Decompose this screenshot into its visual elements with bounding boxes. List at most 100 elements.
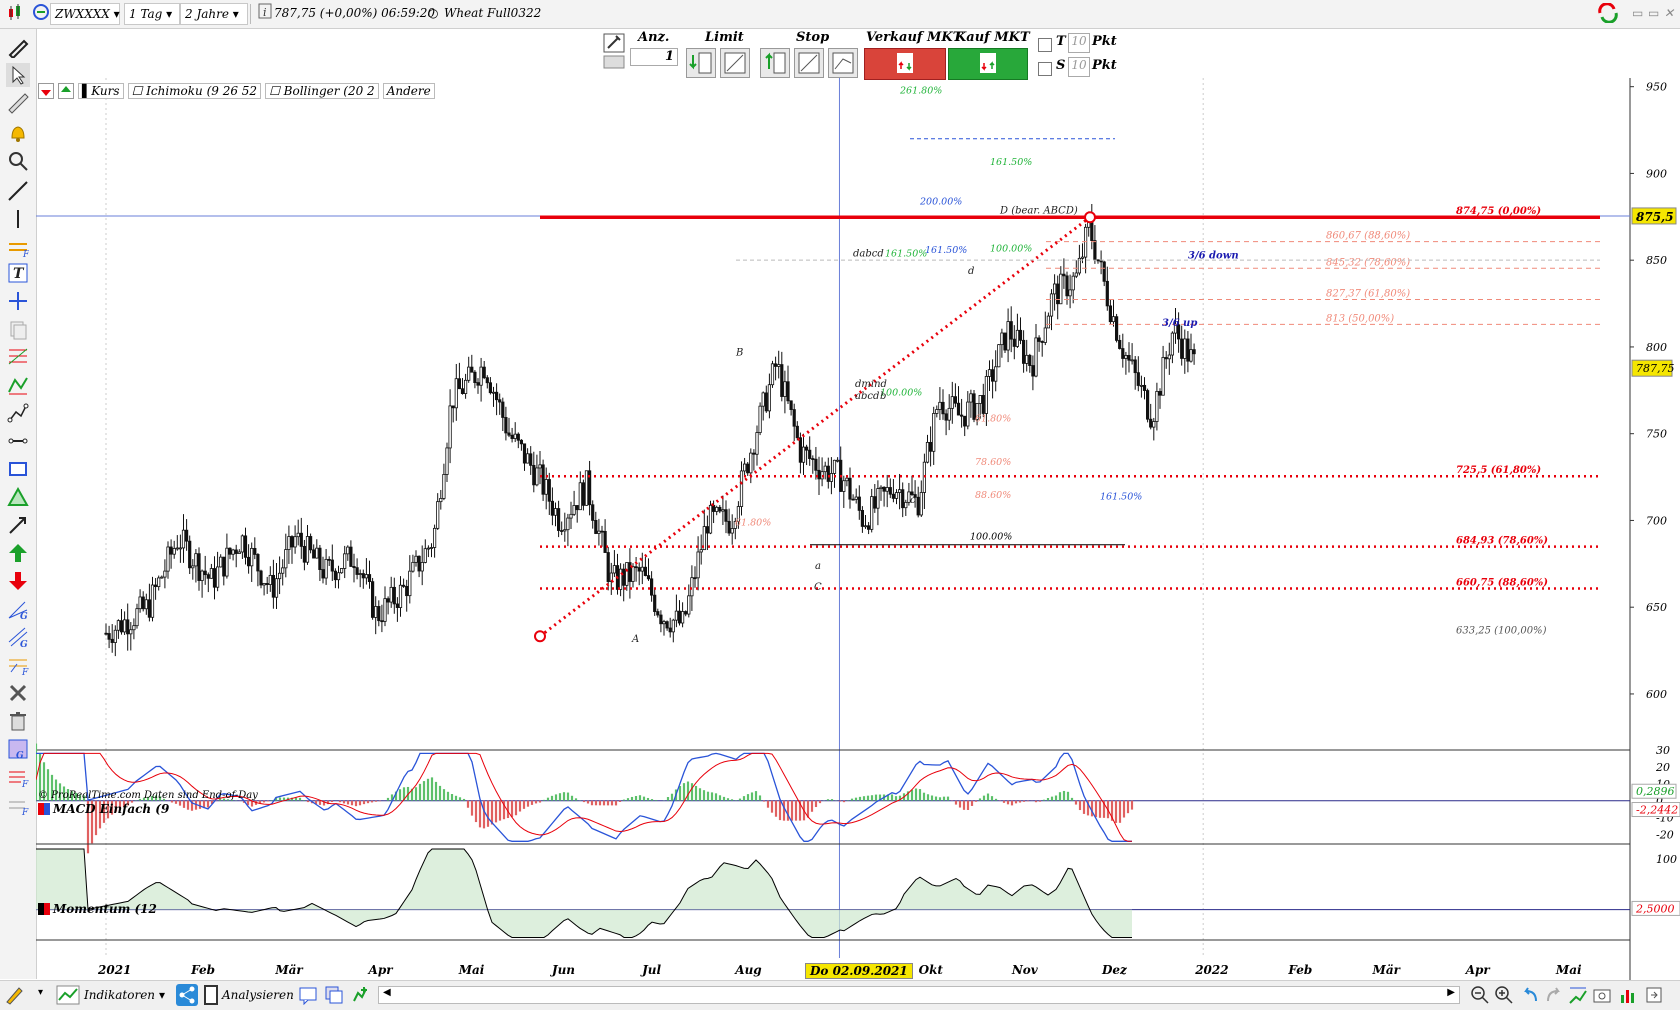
- symbol-dropdown[interactable]: ZWXXXX ▾: [50, 3, 120, 25]
- polyline-icon[interactable]: [6, 401, 30, 425]
- legend-ichimoku[interactable]: ☐ Ichimoku (9 26 52: [127, 83, 262, 99]
- candle-body: [569, 513, 573, 519]
- candle-body: [305, 536, 310, 563]
- limit-buy-button[interactable]: [686, 48, 716, 78]
- limit-sell-button[interactable]: [720, 48, 750, 78]
- s-input[interactable]: 10: [1068, 57, 1090, 77]
- segment-icon[interactable]: [6, 429, 30, 453]
- down-arrow-icon[interactable]: [38, 83, 54, 99]
- zoom-icon[interactable]: [6, 149, 30, 173]
- legend-kurs[interactable]: ▌Kurs: [78, 83, 124, 99]
- candle-body: [584, 470, 589, 506]
- edit-icon[interactable]: [4, 985, 26, 1008]
- t-input[interactable]: 10: [1068, 33, 1090, 53]
- rectangle-icon[interactable]: [6, 457, 30, 481]
- text-tool-icon[interactable]: T: [6, 261, 30, 285]
- range-dropdown[interactable]: 2 Jahre ▾: [180, 3, 248, 25]
- chart-type-icon[interactable]: [2, 3, 28, 23]
- candle-body: [619, 568, 623, 590]
- legend-bollinger[interactable]: ☐ Bollinger (20 2: [265, 83, 379, 99]
- zoom-out-icon[interactable]: [1470, 985, 1490, 1008]
- close-icon[interactable]: ✕: [1660, 3, 1678, 23]
- stop-buy-button[interactable]: [760, 48, 790, 78]
- candle-body: [544, 479, 548, 495]
- comment-icon[interactable]: [298, 985, 318, 1008]
- move-icon[interactable]: [6, 289, 30, 313]
- zoom-fit-icon[interactable]: [1568, 985, 1588, 1008]
- levels-f-icon[interactable]: F: [6, 765, 30, 789]
- pencil-icon[interactable]: [6, 35, 30, 59]
- undo-icon[interactable]: [1520, 985, 1540, 1008]
- compare-icon[interactable]: [324, 985, 344, 1008]
- x-tick-label: Feb: [190, 963, 215, 977]
- zoom-in-icon[interactable]: [1494, 985, 1514, 1008]
- fan-g-icon[interactable]: G: [6, 597, 30, 621]
- gallery-g-icon[interactable]: G: [6, 737, 30, 761]
- t-checkbox[interactable]: [1038, 38, 1052, 52]
- scroll-right-icon[interactable]: ▶: [1447, 987, 1455, 998]
- scroll-left-icon[interactable]: ◀: [383, 987, 391, 998]
- time-scrollbar[interactable]: ◀ ▶: [378, 986, 1460, 1004]
- grid-f-icon[interactable]: F: [6, 793, 30, 817]
- candle-body: [863, 525, 868, 528]
- s-checkbox[interactable]: [1038, 62, 1052, 76]
- fib-label: 61.80%: [735, 518, 771, 529]
- sell-market-button[interactable]: [864, 48, 946, 80]
- plus-chart-icon[interactable]: [350, 985, 370, 1008]
- indicators-button[interactable]: Indikatoren ▾: [56, 985, 165, 1005]
- dropdown-arrow-icon[interactable]: ▾: [38, 987, 43, 998]
- trash-icon[interactable]: [6, 709, 30, 733]
- bell-icon[interactable]: [6, 121, 30, 145]
- sell-arrow-icon[interactable]: [6, 569, 30, 593]
- settings-button[interactable]: [602, 32, 632, 72]
- up-arrow-icon[interactable]: [58, 83, 74, 99]
- candle-body: [398, 584, 403, 608]
- candle-body: [671, 619, 675, 633]
- candle-body: [767, 384, 772, 412]
- copy-icon[interactable]: [6, 317, 30, 341]
- candle-body: [150, 584, 155, 618]
- screenshot-icon[interactable]: [1592, 985, 1612, 1008]
- quantity-input[interactable]: 1: [630, 48, 678, 66]
- level-label: 813 (50,00%): [1326, 313, 1394, 324]
- interval-dropdown[interactable]: 1 Tag ▾: [124, 3, 180, 25]
- buy-arrow-icon[interactable]: [6, 541, 30, 565]
- price-chart[interactable]: 874,75 (0,00%) 725,5 (61,80%) 684,93 (78,6…: [36, 78, 1680, 980]
- trendline-icon[interactable]: [6, 179, 30, 203]
- momentum-title[interactable]: Momentum (12: [38, 902, 157, 916]
- candle-body: [1000, 332, 1004, 346]
- pointer-icon[interactable]: [6, 63, 30, 87]
- tools-icon[interactable]: [6, 681, 30, 705]
- candle-body: [981, 395, 985, 414]
- redo-icon[interactable]: [1544, 985, 1564, 1008]
- stop-trail-button[interactable]: [828, 48, 858, 78]
- candle-body: [1133, 359, 1137, 374]
- channel-g-icon[interactable]: G: [6, 625, 30, 649]
- arrow-tool-icon[interactable]: [6, 513, 30, 537]
- export-icon[interactable]: [1644, 985, 1664, 1008]
- horizontal-line-icon[interactable]: F: [6, 235, 30, 259]
- share-icon[interactable]: [176, 984, 198, 1006]
- ruler-icon[interactable]: [6, 91, 30, 115]
- fib-time-icon[interactable]: F: [6, 653, 30, 677]
- refresh-icon[interactable]: [1592, 2, 1624, 24]
- pattern-icon[interactable]: [6, 373, 30, 397]
- analyses-button[interactable]: Analysieren: [204, 985, 294, 1005]
- legend-andere[interactable]: Andere: [382, 83, 435, 99]
- buy-market-button[interactable]: [948, 48, 1028, 80]
- x-tick-label: Feb: [1287, 963, 1312, 977]
- bar-chart-icon[interactable]: [1618, 985, 1638, 1008]
- candle-body: [504, 417, 508, 434]
- vertical-line-icon[interactable]: [6, 207, 30, 231]
- triangle-icon[interactable]: [6, 485, 30, 509]
- stop-sell-button[interactable]: [794, 48, 824, 78]
- candle-body: [445, 447, 449, 475]
- candle-body: [284, 549, 288, 569]
- candle-body: [867, 525, 871, 530]
- fibonacci-icon[interactable]: [6, 345, 30, 369]
- macd-title[interactable]: MACD Einfach (9: [38, 802, 169, 816]
- candle-body: [622, 568, 626, 586]
- candle-body: [240, 535, 244, 553]
- candle-body: [197, 553, 201, 581]
- y-tick-label: 650: [1646, 601, 1667, 614]
